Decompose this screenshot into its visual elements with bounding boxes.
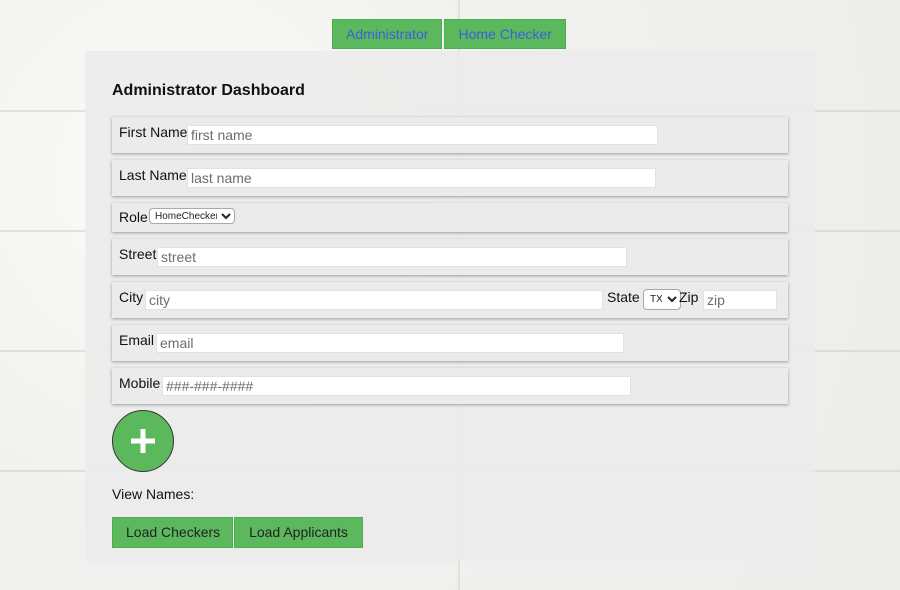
email-label: Email	[119, 332, 155, 348]
state-label: State	[607, 289, 640, 305]
dashboard-panel: Administrator Dashboard First Name Last …	[85, 51, 815, 561]
email-row: Email	[112, 325, 788, 361]
street-row: Street	[112, 239, 788, 275]
first-name-label: First Name	[119, 124, 188, 140]
plus-icon	[131, 429, 155, 453]
street-label: Street	[119, 246, 157, 262]
city-state-zip-row: City State TX Zip	[112, 282, 788, 318]
email-field[interactable]	[156, 333, 624, 353]
last-name-label: Last Name	[119, 167, 187, 183]
role-row: Role HomeChecker	[112, 203, 788, 232]
page-title: Administrator Dashboard	[112, 82, 305, 99]
top-nav: Administrator Home Checker	[332, 19, 566, 49]
first-name-row: First Name	[112, 117, 788, 153]
role-label: Role	[119, 209, 148, 225]
street-input[interactable]	[157, 247, 627, 267]
view-names-label: View Names:	[112, 486, 195, 502]
mobile-input[interactable]	[162, 376, 631, 396]
add-user-button[interactable]	[112, 410, 174, 472]
tab-administrator[interactable]: Administrator	[332, 19, 443, 49]
last-name-row: Last Name	[112, 160, 788, 196]
mobile-row: Mobile	[112, 368, 788, 404]
zip-label: Zip	[679, 289, 699, 305]
city-label: City	[119, 289, 144, 305]
state-select[interactable]: TX	[643, 289, 681, 310]
zip-input[interactable]	[703, 290, 777, 310]
last-name-input[interactable]	[187, 168, 656, 188]
role-select[interactable]: HomeChecker	[149, 208, 235, 224]
mobile-label: Mobile	[119, 375, 161, 391]
tab-home-checker[interactable]: Home Checker	[444, 19, 566, 49]
city-input[interactable]	[145, 290, 603, 310]
load-checkers-button[interactable]: Load Checkers	[112, 517, 233, 548]
first-name-input[interactable]	[187, 125, 658, 145]
load-applicants-button[interactable]: Load Applicants	[234, 517, 363, 548]
